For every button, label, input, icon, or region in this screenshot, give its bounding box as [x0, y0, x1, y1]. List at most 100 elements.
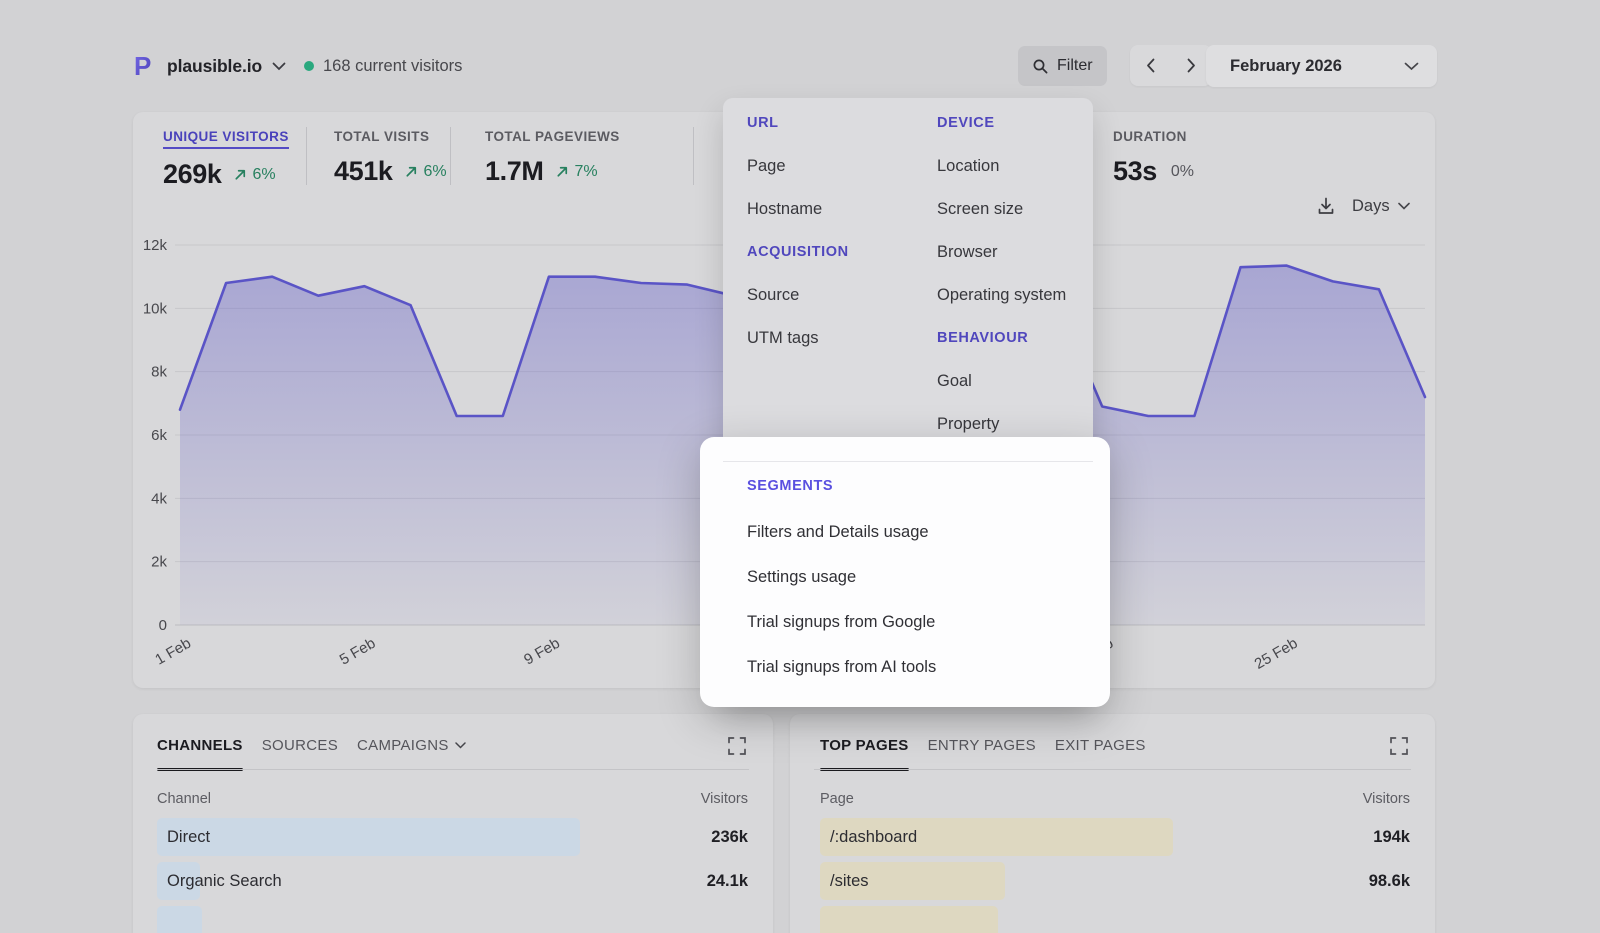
- previous-period-button[interactable]: [1136, 45, 1166, 86]
- chevron-down-icon: [455, 742, 466, 749]
- stat-divider: [450, 127, 451, 185]
- panel-tab[interactable]: CAMPAIGNS: [357, 737, 466, 771]
- stat-visit-duration[interactable]: DURATION 53s 0%: [1113, 128, 1194, 187]
- segments-section: SEGMENTS Filters and Details usage Settin…: [700, 437, 1110, 707]
- current-visitors[interactable]: 168 current visitors: [304, 50, 462, 82]
- stat-value: 53s: [1113, 156, 1157, 187]
- filter-menu-entry[interactable]: UTM tags: [747, 326, 849, 350]
- live-dot-icon: [304, 61, 314, 71]
- trend-up-icon: [555, 164, 570, 179]
- name-column-header: Page: [820, 791, 854, 807]
- filter-menu-right-column: DEVICE Location Screen size Browser Operatin…: [937, 111, 1066, 455]
- site-switcher[interactable]: P plausible.io: [133, 50, 286, 82]
- value-column-header: Visitors: [1363, 791, 1410, 807]
- stat-value: 451k: [334, 156, 392, 187]
- stat-unique-visitors[interactable]: UNIQUE VISITORS 269k 6%: [163, 128, 289, 190]
- stat-label: UNIQUE VISITORS: [163, 129, 289, 149]
- panel-tab[interactable]: ENTRY PAGES: [928, 737, 1036, 771]
- stat-total-visits[interactable]: TOTAL VISITS 451k 6%: [334, 128, 447, 187]
- row-value: 98.6k: [1369, 862, 1410, 900]
- table-row[interactable]: /sites 98.6k: [820, 862, 1410, 900]
- value-bar: [157, 818, 580, 856]
- date-range-picker[interactable]: February 2026: [1206, 45, 1437, 87]
- filter-menu-entry[interactable]: Operating system: [937, 283, 1066, 307]
- filter-menu-entry[interactable]: URL: [747, 111, 849, 135]
- chart-controls: Days: [1316, 196, 1410, 216]
- chevron-down-icon: [1404, 62, 1419, 71]
- filter-menu-entry[interactable]: Hostname: [747, 197, 849, 221]
- table-row[interactable]: Direct 236k: [157, 818, 748, 856]
- segment-item[interactable]: Settings usage: [747, 566, 936, 588]
- filter-menu-entry[interactable]: DEVICE: [937, 111, 1066, 135]
- stat-change: 6%: [233, 166, 275, 184]
- filter-button-label: Filter: [1057, 57, 1093, 75]
- sources-panel: CHANNELS SOURCES CAMPAIGNS Channel Visit…: [133, 714, 773, 933]
- filter-menu-entry[interactable]: BEHAVIOUR: [937, 326, 1066, 350]
- stat-value: 1.7M: [485, 156, 543, 187]
- table-row[interactable]: [157, 906, 748, 933]
- filter-menu-entry[interactable]: Location: [937, 154, 1066, 178]
- stat-divider: [306, 127, 307, 185]
- filter-menu-left-column: URL Page Hostname ACQUISITION Source UTM tags: [747, 111, 849, 369]
- value-bar: [820, 906, 998, 933]
- expand-icon[interactable]: [1389, 736, 1411, 758]
- table-row[interactable]: [820, 906, 1410, 933]
- stat-label: TOTAL VISITS: [334, 129, 429, 144]
- row-value: 236k: [711, 818, 748, 856]
- filter-button[interactable]: Filter: [1018, 46, 1107, 86]
- row-name: Organic Search: [167, 862, 282, 900]
- panel-tab[interactable]: TOP PAGES: [820, 737, 909, 771]
- filter-menu-entry[interactable]: Browser: [937, 240, 1066, 264]
- interval-dropdown[interactable]: Days: [1352, 197, 1410, 216]
- value-bar: [157, 906, 202, 933]
- stat-total-pageviews[interactable]: TOTAL PAGEVIEWS 1.7M 7%: [485, 128, 620, 187]
- chevron-down-icon: [1398, 202, 1410, 210]
- tabs-divider: [814, 769, 1411, 770]
- table-header: Channel Visitors: [157, 791, 748, 807]
- filter-menu-entry[interactable]: Screen size: [937, 197, 1066, 221]
- row-name: /:dashboard: [830, 818, 917, 856]
- date-nav: [1130, 45, 1212, 86]
- segment-item[interactable]: Trial signups from AI tools: [747, 656, 936, 678]
- interval-label: Days: [1352, 197, 1390, 216]
- filter-menu-entry[interactable]: Property: [937, 412, 1066, 436]
- row-name: /sites: [830, 862, 869, 900]
- segments-list: Filters and Details usage Settings usage T…: [747, 521, 936, 701]
- pages-panel: TOP PAGES ENTRY PAGES EXIT PAGES Page Vi…: [790, 714, 1435, 933]
- name-column-header: Channel: [157, 791, 211, 807]
- stat-value: 269k: [163, 159, 221, 190]
- search-icon: [1032, 58, 1049, 75]
- row-value: 194k: [1373, 818, 1410, 856]
- table-row[interactable]: Organic Search 24.1k: [157, 862, 748, 900]
- filter-menu-entry[interactable]: Source: [747, 283, 849, 307]
- stat-change: 6%: [404, 163, 446, 181]
- panel-tab[interactable]: SOURCES: [262, 737, 338, 771]
- tabs-divider: [157, 769, 749, 770]
- segment-item[interactable]: Filters and Details usage: [747, 521, 936, 543]
- filter-menu-entry[interactable]: ACQUISITION: [747, 240, 849, 264]
- stat-divider: [693, 127, 694, 185]
- segments-header: SEGMENTS: [747, 475, 833, 497]
- panel-tab[interactable]: CHANNELS: [157, 737, 243, 771]
- filter-menu-entry[interactable]: Goal: [937, 369, 1066, 393]
- next-period-button[interactable]: [1177, 45, 1207, 86]
- expand-icon[interactable]: [727, 736, 749, 758]
- stat-label: TOTAL PAGEVIEWS: [485, 129, 620, 144]
- segments-divider: [723, 461, 1093, 462]
- table-header: Page Visitors: [820, 791, 1410, 807]
- plausible-logo-icon: P: [133, 53, 157, 80]
- stat-change: 0%: [1171, 163, 1194, 181]
- site-name: plausible.io: [167, 56, 262, 77]
- filter-menu-entry[interactable]: Page: [747, 154, 849, 178]
- segment-item[interactable]: Trial signups from Google: [747, 611, 936, 633]
- date-range-label: February 2026: [1230, 57, 1342, 76]
- channels-table: Direct 236k Organic Search 24.1k: [157, 818, 748, 933]
- sources-panel-tabs: CHANNELS SOURCES CAMPAIGNS: [157, 737, 466, 771]
- current-visitors-label: 168 current visitors: [323, 57, 462, 76]
- panel-tab[interactable]: EXIT PAGES: [1055, 737, 1146, 771]
- stat-change: 7%: [555, 163, 597, 181]
- download-icon[interactable]: [1316, 196, 1336, 216]
- svg-text:P: P: [134, 53, 151, 80]
- value-column-header: Visitors: [701, 791, 748, 807]
- table-row[interactable]: /:dashboard 194k: [820, 818, 1410, 856]
